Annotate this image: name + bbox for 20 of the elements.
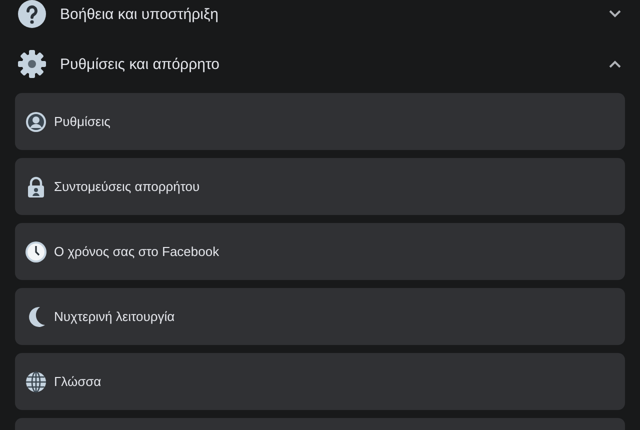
menu-item-label: Γλώσσα bbox=[54, 374, 102, 389]
section-header[interactable]: Ρυθμίσεις και απόρρητο bbox=[15, 39, 625, 89]
menu-item[interactable]: Νυχτερινή λειτουργία bbox=[15, 288, 625, 345]
menu-item-label: Ο χρόνος σας στο Facebook bbox=[54, 244, 220, 259]
menu-item[interactable] bbox=[15, 418, 625, 430]
menu-item[interactable]: Ρυθμίσεις bbox=[15, 93, 625, 150]
section-title: Ρυθμίσεις και απόρρητο bbox=[60, 56, 221, 72]
profile-icon bbox=[25, 110, 47, 132]
menu-item-label: Ρυθμίσεις bbox=[54, 114, 110, 129]
section-header[interactable]: Βοήθεια και υποστήριξη bbox=[15, 0, 625, 39]
menu-item-label: Νυχτερινή λειτουργία bbox=[54, 309, 175, 324]
section-title: Βοήθεια και υποστήριξη bbox=[60, 6, 220, 22]
menu-item[interactable]: Γλώσσα bbox=[15, 353, 625, 410]
menu-item[interactable]: Ο χρόνος σας στο Facebook bbox=[15, 223, 625, 280]
lock-icon bbox=[25, 176, 47, 198]
clock-icon bbox=[25, 240, 47, 262]
globe-icon bbox=[25, 370, 47, 392]
help-icon bbox=[18, 0, 46, 28]
menu-item[interactable]: Συντομεύσεις απορρήτου bbox=[15, 158, 625, 215]
menu-item-label: Συντομεύσεις απορρήτου bbox=[54, 179, 200, 194]
